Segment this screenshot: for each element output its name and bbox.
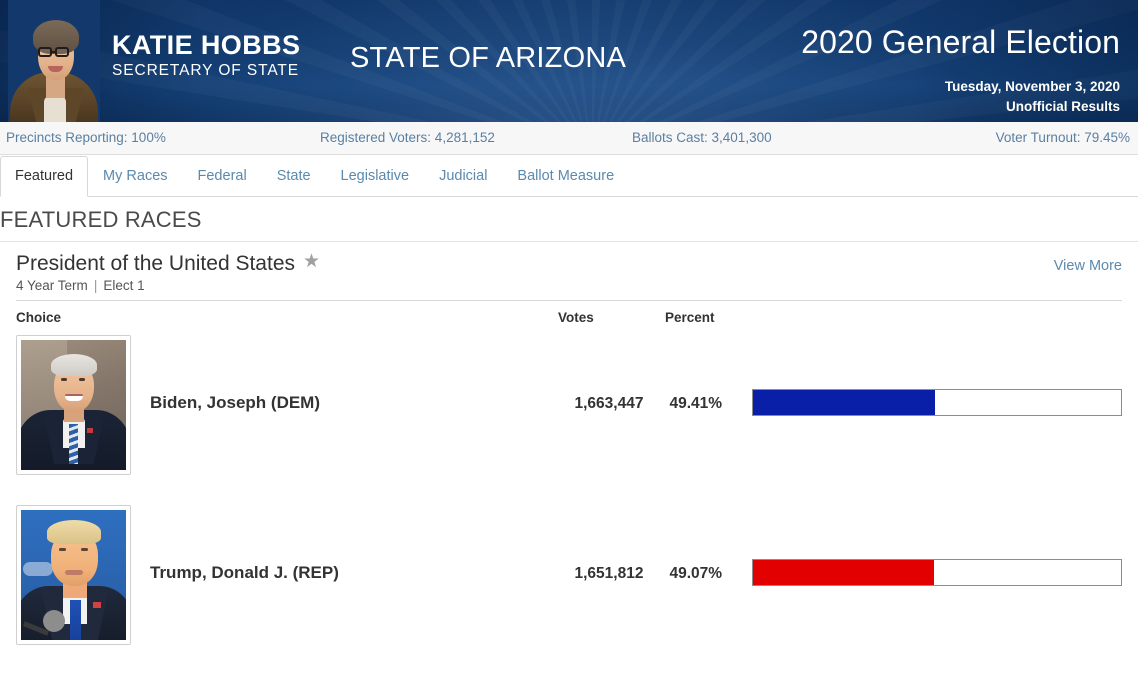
column-header-choice: Choice (16, 310, 62, 325)
column-header-percent: Percent (665, 310, 715, 325)
stat-precincts-reporting: Precincts Reporting: 100% (6, 130, 166, 145)
race-meta: 4 Year Term | Elect 1 (16, 278, 1122, 301)
candidate-name: Trump, Donald J. (REP) (150, 563, 339, 582)
candidate-percent: 49.07% (669, 565, 723, 582)
candidate-photo-trump (16, 505, 131, 645)
stat-ballots-cast: Ballots Cast: 3,401,300 (632, 130, 772, 145)
table-row: Trump, Donald J. (REP) 1,651,812 49.07% (16, 501, 1122, 671)
result-bar-fill (753, 560, 934, 585)
race-card-president: President of the United States ★ View Mor… (0, 241, 1138, 671)
site-header: KATIE HOBBS SECRETARY OF STATE STATE OF … (0, 0, 1138, 122)
state-title: STATE OF ARIZONA (350, 42, 627, 74)
results-column-headers: Choice Votes Percent (16, 301, 1122, 331)
stat-voter-turnout: Voter Turnout: 79.45% (995, 130, 1130, 145)
candidate-votes: 1,663,447 (574, 395, 644, 412)
tab-judicial[interactable]: Judicial (424, 156, 502, 196)
candidate-photo-biden (16, 335, 131, 475)
brand-block: KATIE HOBBS SECRETARY OF STATE (112, 30, 300, 81)
tab-legislative[interactable]: Legislative (326, 156, 425, 196)
race-meta-separator: | (93, 278, 98, 293)
election-date: Tuesday, November 3, 2020 (944, 79, 1120, 94)
result-bar-track (752, 559, 1122, 586)
star-icon[interactable]: ★ (303, 252, 320, 271)
page-title: FEATURED RACES (0, 207, 202, 232)
election-title: 2020 General Election (801, 24, 1120, 60)
secretary-portrait (8, 0, 100, 122)
view-more-link[interactable]: View More (1054, 258, 1122, 274)
result-bar-track (752, 389, 1122, 416)
race-header: President of the United States ★ View Mor… (16, 252, 1122, 276)
main-content: FEATURED RACES President of the United S… (0, 197, 1138, 671)
tab-state[interactable]: State (262, 156, 326, 196)
brand-subtitle: SECRETARY OF STATE (112, 62, 300, 79)
result-bar-fill (753, 390, 936, 415)
race-term: 4 Year Term (16, 278, 88, 293)
tab-federal[interactable]: Federal (183, 156, 262, 196)
column-header-votes: Votes (558, 310, 594, 325)
brand-name: KATIE HOBBS (112, 30, 301, 60)
race-elect-count: Elect 1 (103, 278, 145, 293)
tab-my-races[interactable]: My Races (88, 156, 182, 196)
race-title: President of the United States (16, 252, 295, 275)
election-stats-bar: Precincts Reporting: 100% Registered Vot… (0, 122, 1138, 155)
tab-ballot-measure[interactable]: Ballot Measure (502, 156, 629, 196)
candidate-percent: 49.41% (669, 395, 723, 412)
race-category-tabs: Featured My Races Federal State Legislat… (0, 155, 1138, 197)
candidate-name: Biden, Joseph (DEM) (150, 393, 321, 412)
stat-registered-voters: Registered Voters: 4,281,152 (320, 130, 495, 145)
candidate-votes: 1,651,812 (574, 565, 644, 582)
election-status: Unofficial Results (1005, 99, 1120, 114)
table-row: Biden, Joseph (DEM) 1,663,447 49.41% (16, 331, 1122, 501)
tab-featured[interactable]: Featured (0, 156, 89, 197)
